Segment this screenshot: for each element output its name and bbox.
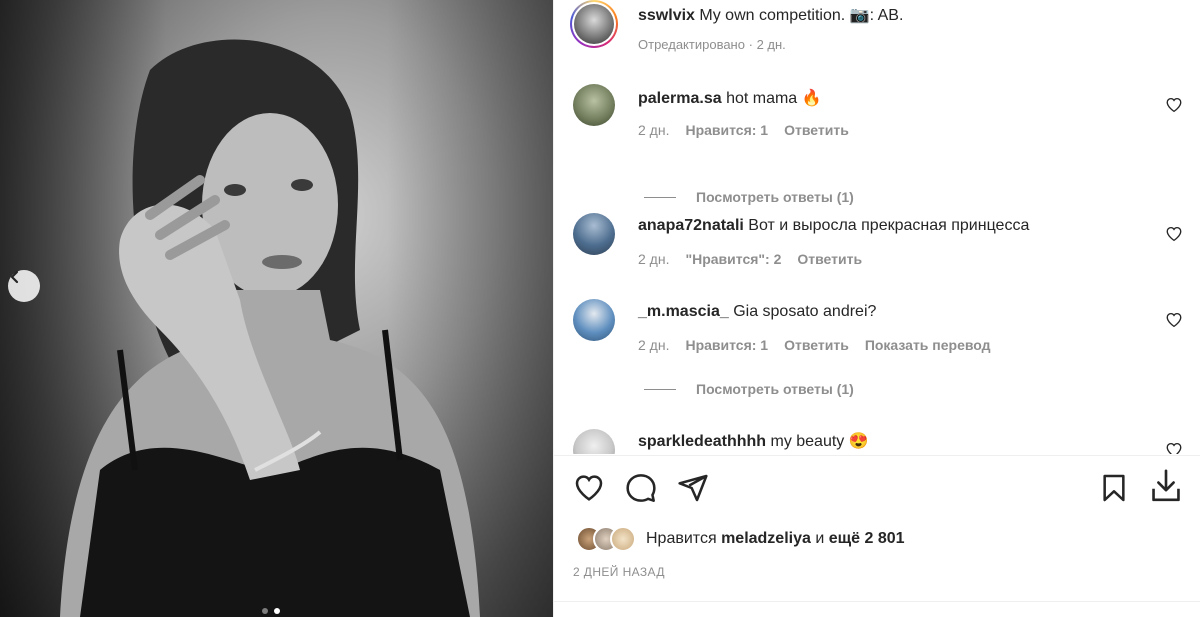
post-details-panel: sswlvix My own competition. 📷: AB. Отред…	[554, 0, 1200, 617]
reply-button[interactable]: Ответить	[797, 251, 862, 267]
post-date[interactable]: 2 ДНЕЙ НАЗАД	[573, 565, 665, 579]
meta-separator: ·	[748, 37, 753, 52]
view-replies-label: Посмотреть ответы (1)	[696, 381, 854, 397]
comment-body: my beauty 😍	[770, 433, 869, 450]
post-photo	[0, 0, 553, 617]
comment-likes[interactable]: Нравится: 1	[685, 122, 768, 138]
comment-body: Вот и выросла прекрасная принцесса	[748, 217, 1030, 234]
liker-username[interactable]: meladzeliya	[721, 530, 811, 548]
bookmark-icon[interactable]	[1098, 472, 1130, 504]
heart-icon[interactable]	[1165, 311, 1183, 329]
comment-text: _m.mascia_ Gia sposato andrei?	[638, 303, 876, 321]
heart-icon[interactable]	[1165, 441, 1183, 454]
slide-dot-active	[274, 608, 280, 614]
slide-indicator	[262, 608, 280, 614]
photo-illustration	[60, 39, 480, 617]
comment-body: hot mama 🔥	[726, 90, 822, 107]
commenter-username[interactable]: anapa72natali	[638, 217, 744, 234]
caption-meta: Отредактировано · 2 дн.	[638, 37, 786, 52]
previous-slide-button[interactable]	[8, 270, 40, 302]
comment-likes[interactable]: Нравится: 1	[685, 337, 768, 353]
comment-time[interactable]: 2 дн.	[638, 122, 669, 138]
section-divider	[554, 601, 1200, 602]
likes-summary[interactable]: Нравится meladzeliya и ещё 2 801	[576, 526, 905, 552]
commenter-avatar[interactable]	[573, 213, 615, 255]
author-avatar[interactable]	[570, 0, 618, 48]
post-caption: sswlvix My own competition. 📷: AB.	[638, 5, 903, 25]
liker-avatar	[610, 526, 636, 552]
view-replies-button[interactable]: Посмотреть ответы (1)	[644, 381, 854, 397]
show-translation-button[interactable]: Показать перевод	[865, 337, 991, 353]
comment-time[interactable]: 2 дн.	[638, 337, 669, 353]
commenter-username[interactable]: palerma.sa	[638, 90, 722, 107]
comment-meta: 2 дн. Нравится: 1 Ответить Показать пере…	[638, 337, 991, 353]
comment-body: Gia sposato andrei?	[733, 303, 877, 320]
comment-meta: 2 дн. "Нравится": 2 Ответить	[638, 251, 862, 267]
send-icon[interactable]	[677, 472, 709, 504]
comment-text: palerma.sa hot mama 🔥	[638, 88, 822, 108]
reply-button[interactable]: Ответить	[784, 122, 849, 138]
reply-button[interactable]: Ответить	[784, 337, 849, 353]
comments-list[interactable]: palerma.sa hot mama 🔥 2 дн. Нравится: 1 …	[554, 62, 1200, 454]
likes-conj: и	[815, 530, 825, 547]
comment-text: anapa72natali Вот и выросла прекрасная п…	[638, 217, 1029, 235]
caption-time[interactable]: 2 дн.	[757, 37, 786, 52]
comment-likes[interactable]: "Нравится": 2	[685, 251, 781, 267]
comment-icon[interactable]	[625, 472, 657, 504]
commenter-username[interactable]: _m.mascia_	[638, 303, 729, 320]
heart-icon[interactable]	[1165, 96, 1183, 114]
edited-label: Отредактировано	[638, 37, 745, 52]
commenter-avatar[interactable]	[573, 299, 615, 341]
likes-prefix: Нравится	[646, 530, 717, 547]
commenter-username[interactable]: sparkledeathhhh	[638, 433, 766, 450]
view-replies-label: Посмотреть ответы (1)	[696, 189, 854, 205]
slide-dot	[262, 608, 268, 614]
caption-text: My own competition. 📷: AB.	[699, 7, 904, 24]
author-username[interactable]: sswlvix	[638, 7, 695, 24]
replies-line	[644, 196, 676, 198]
likes-count[interactable]: ещё 2 801	[829, 530, 905, 548]
view-replies-button[interactable]: Посмотреть ответы (1)	[644, 189, 854, 205]
comment-text: sparkledeathhhh my beauty 😍	[638, 431, 869, 451]
chevron-left-icon	[10, 270, 19, 284]
replies-line	[644, 388, 676, 390]
heart-icon[interactable]	[573, 472, 605, 504]
comment-meta: 2 дн. Нравится: 1 Ответить	[638, 122, 849, 138]
action-bar	[554, 466, 1200, 510]
commenter-avatar[interactable]	[573, 84, 615, 126]
commenter-avatar[interactable]	[573, 429, 615, 454]
download-icon[interactable]	[1149, 468, 1183, 504]
section-divider	[554, 455, 1200, 456]
comment-time[interactable]: 2 дн.	[638, 251, 669, 267]
liker-avatars	[576, 526, 636, 552]
heart-icon[interactable]	[1165, 225, 1183, 243]
